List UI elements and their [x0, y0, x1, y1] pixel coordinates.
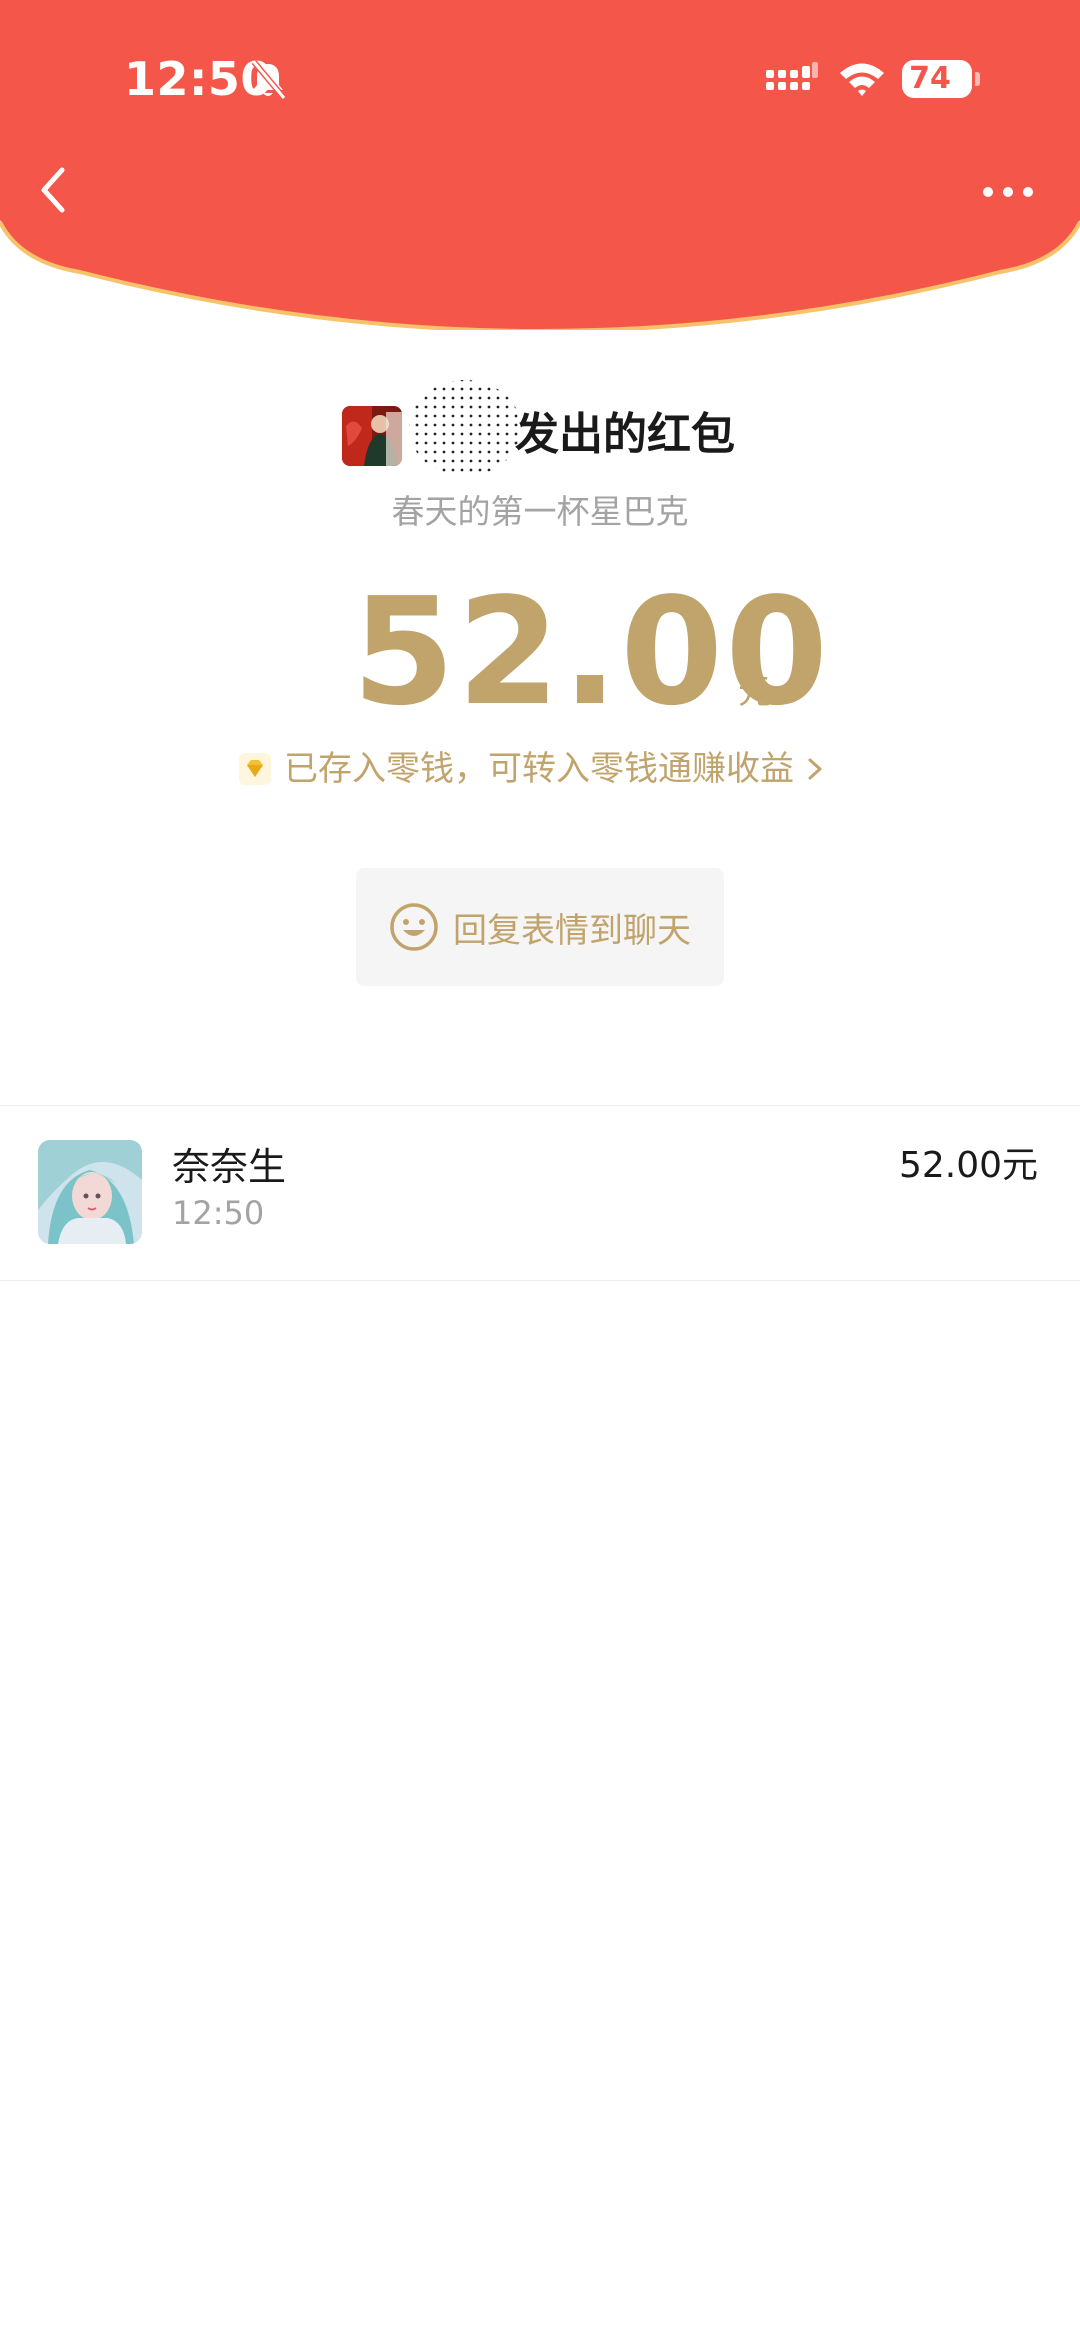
wifi-icon [840, 63, 884, 96]
battery-level: 74 [909, 61, 951, 96]
amount-unit: 元 [738, 672, 772, 712]
bell-off-icon [251, 60, 287, 100]
cellular-signal-icon [766, 62, 818, 90]
receiver-name: 奈奈生 [172, 1145, 287, 1189]
reply-sticker-label: 回复表情到聊天 [453, 910, 691, 951]
diamond-icon [239, 753, 271, 785]
receiver-amount: 52.00元 [898, 1145, 1038, 1186]
more-options-button[interactable] [980, 172, 1036, 212]
receiver-time: 12:50 [172, 1194, 265, 1232]
reply-sticker-button[interactable]: 回复表情到聊天 [356, 868, 724, 986]
wallet-note-link[interactable]: 已存入零钱，可转入零钱通赚收益 [238, 745, 826, 793]
receiver-row[interactable]: 奈奈生 12:50 52.00元 [0, 1106, 1080, 1280]
sender-avatar[interactable] [342, 406, 402, 466]
sender-name-mask [409, 380, 521, 476]
wallet-note-text: 已存入零钱，可转入零钱通赚收益 [284, 749, 794, 789]
status-bar: 12:50 74 [0, 0, 1080, 160]
receiver-avatar[interactable] [38, 1140, 142, 1244]
divider [0, 1280, 1080, 1281]
chevron-right-icon [808, 758, 822, 780]
sender-title: 发出的红包 [515, 409, 735, 460]
smile-icon [390, 903, 438, 951]
red-packet-greeting: 春天的第一杯星巴克 [391, 492, 689, 531]
back-button[interactable] [30, 160, 80, 220]
battery-indicator: 74 [902, 60, 982, 98]
